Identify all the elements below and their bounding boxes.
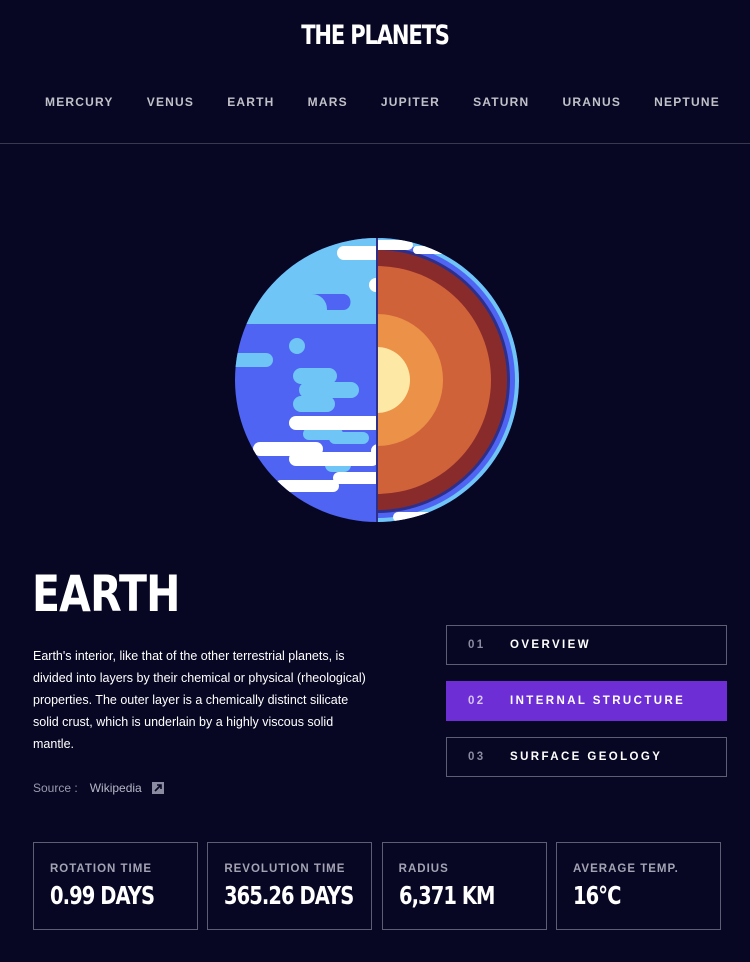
planet-stats: ROTATION TIME 0.99 DAYS REVOLUTION TIME … <box>33 842 721 930</box>
stat-label: REVOLUTION TIME <box>224 863 346 875</box>
nav-item-saturn[interactable]: SATURN <box>456 93 535 111</box>
nav-item-jupiter[interactable]: JUPITER <box>364 93 446 111</box>
nav-item-venus[interactable]: VENUS <box>130 93 200 111</box>
stat-value: 0.99 DAYS <box>50 881 155 910</box>
stat-label: AVERAGE TEMP. <box>572 863 679 875</box>
stat-card-revolution-time: REVOLUTION TIME 365.26 DAYS <box>207 842 373 930</box>
header-divider <box>0 143 750 144</box>
tab-label: OVERVIEW <box>510 639 591 651</box>
stat-card-rotation-time: ROTATION TIME 0.99 DAYS <box>33 842 198 930</box>
tab-overview[interactable]: 01 OVERVIEW <box>446 625 727 665</box>
tab-number: 01 <box>468 639 486 651</box>
tab-surface-geology[interactable]: 03 SURFACE GEOLOGY <box>446 737 727 777</box>
stat-card-radius: RADIUS 6,371 KM <box>381 842 547 930</box>
stat-value: 365.26 DAYS <box>224 881 354 910</box>
nav-item-neptune[interactable]: NEPTUNE <box>637 93 726 111</box>
nav-item-earth[interactable]: EARTH <box>210 93 280 111</box>
nav-item-mercury[interactable]: MERCURY <box>28 93 120 111</box>
stat-label: ROTATION TIME <box>50 863 153 875</box>
stat-value: 16°C <box>572 881 621 910</box>
content-tabs: 01 OVERVIEW 02 INTERNAL STRUCTURE 03 SUR… <box>446 625 727 793</box>
nav-item-uranus[interactable]: URANUS <box>546 93 628 111</box>
nav-item-mars[interactable]: MARS <box>291 93 354 111</box>
planet-name: EARTH <box>32 565 180 623</box>
source-attribution: Source : Wikipedia <box>33 781 164 795</box>
external-link-icon[interactable] <box>151 782 164 794</box>
tab-label: SURFACE GEOLOGY <box>510 751 663 763</box>
planet-description: Earth's interior, like that of the other… <box>33 649 366 751</box>
app-logo[interactable]: THE PLANETS <box>83 20 668 51</box>
tab-number: 02 <box>468 695 486 707</box>
tab-label: INTERNAL STRUCTURE <box>510 695 686 707</box>
source-label: Source : <box>33 781 78 795</box>
source-link[interactable]: Wikipedia <box>90 781 142 795</box>
stat-value: 6,371 KM <box>398 881 495 910</box>
stat-card-average-temp: AVERAGE TEMP. 16°C <box>555 842 721 930</box>
planet-nav: MERCURY VENUS EARTH MARS JUPITER SATURN … <box>28 93 726 111</box>
earth-internal-structure-illustration <box>233 236 523 526</box>
tab-internal-structure[interactable]: 02 INTERNAL STRUCTURE <box>446 681 727 721</box>
stat-label: RADIUS <box>398 863 449 875</box>
tab-number: 03 <box>468 751 486 763</box>
